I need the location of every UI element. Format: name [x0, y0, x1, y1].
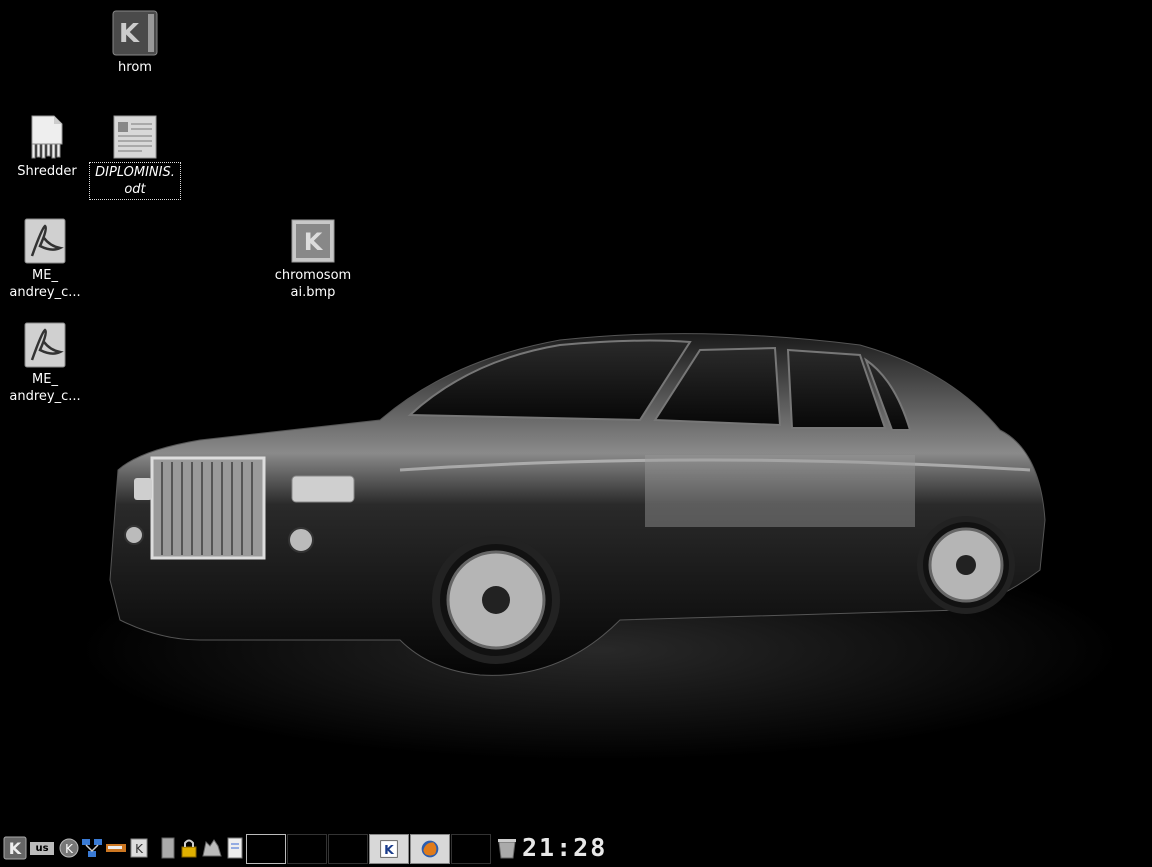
desktop-icon-label: DIPLOMINIS. odt: [89, 162, 181, 200]
desktop-icon-label: ME_ andrey_c...: [9, 372, 81, 404]
trash-icon[interactable]: [495, 836, 519, 860]
tools-icon[interactable]: [104, 836, 128, 860]
svg-text:K: K: [304, 228, 324, 256]
desktop-icon-me-andrey-2[interactable]: ME_ andrey_c...: [0, 322, 91, 406]
svg-text:K: K: [135, 842, 144, 856]
desktop-icon-me-andrey-1[interactable]: ME_ andrey_c...: [0, 218, 91, 302]
svg-text:K: K: [9, 839, 22, 858]
shredder-icon: [31, 115, 63, 159]
keyboard-layout-indicator[interactable]: us: [30, 836, 54, 860]
kde-task-icon: K: [380, 840, 398, 858]
desktop-icon-chromosomai[interactable]: K chromosom ai.bmp: [267, 218, 359, 302]
kde-menu-icon[interactable]: K: [3, 836, 27, 860]
text-editor-icon[interactable]: [223, 836, 247, 860]
desktop-icon-hrom[interactable]: K hrom: [89, 10, 181, 77]
kde-folder-icon: K: [112, 10, 158, 56]
svg-text:K: K: [119, 19, 140, 49]
svg-text:K: K: [384, 842, 395, 857]
firefox-icon: [421, 840, 439, 858]
clock[interactable]: 21:28: [522, 834, 607, 862]
desktop-icon-label: ME_ andrey_c...: [9, 268, 81, 300]
keyboard-layout-label: us: [30, 842, 54, 855]
network-icon[interactable]: [80, 836, 104, 860]
task-button-kde[interactable]: K: [369, 834, 409, 864]
desktop-icon-shredder[interactable]: Shredder: [1, 114, 93, 181]
svg-text:K: K: [65, 842, 74, 856]
desktop-icon-label: chromosom ai.bmp: [274, 268, 352, 300]
wolf-icon[interactable]: [200, 836, 224, 860]
task-button-firefox[interactable]: [410, 834, 450, 864]
virtual-desktop-4[interactable]: [451, 834, 491, 864]
terminal-icon[interactable]: [156, 836, 180, 860]
desktop-icon-label: hrom: [118, 60, 152, 75]
document-icon: [113, 115, 157, 159]
lock-icon[interactable]: [178, 836, 202, 860]
virtual-desktop-2[interactable]: [287, 834, 327, 864]
pdf-icon: [24, 218, 66, 264]
image-file-icon: K: [291, 219, 335, 263]
virtual-desktop-3[interactable]: [328, 834, 368, 864]
pdf-icon: [24, 322, 66, 368]
desktop-icon-diplominis[interactable]: DIPLOMINIS. odt: [89, 114, 181, 200]
help-icon[interactable]: K: [127, 836, 151, 860]
kde-logo-icon[interactable]: K: [57, 836, 81, 860]
desktop-icon-label: Shredder: [17, 164, 77, 179]
virtual-desktop-1[interactable]: [246, 834, 286, 864]
